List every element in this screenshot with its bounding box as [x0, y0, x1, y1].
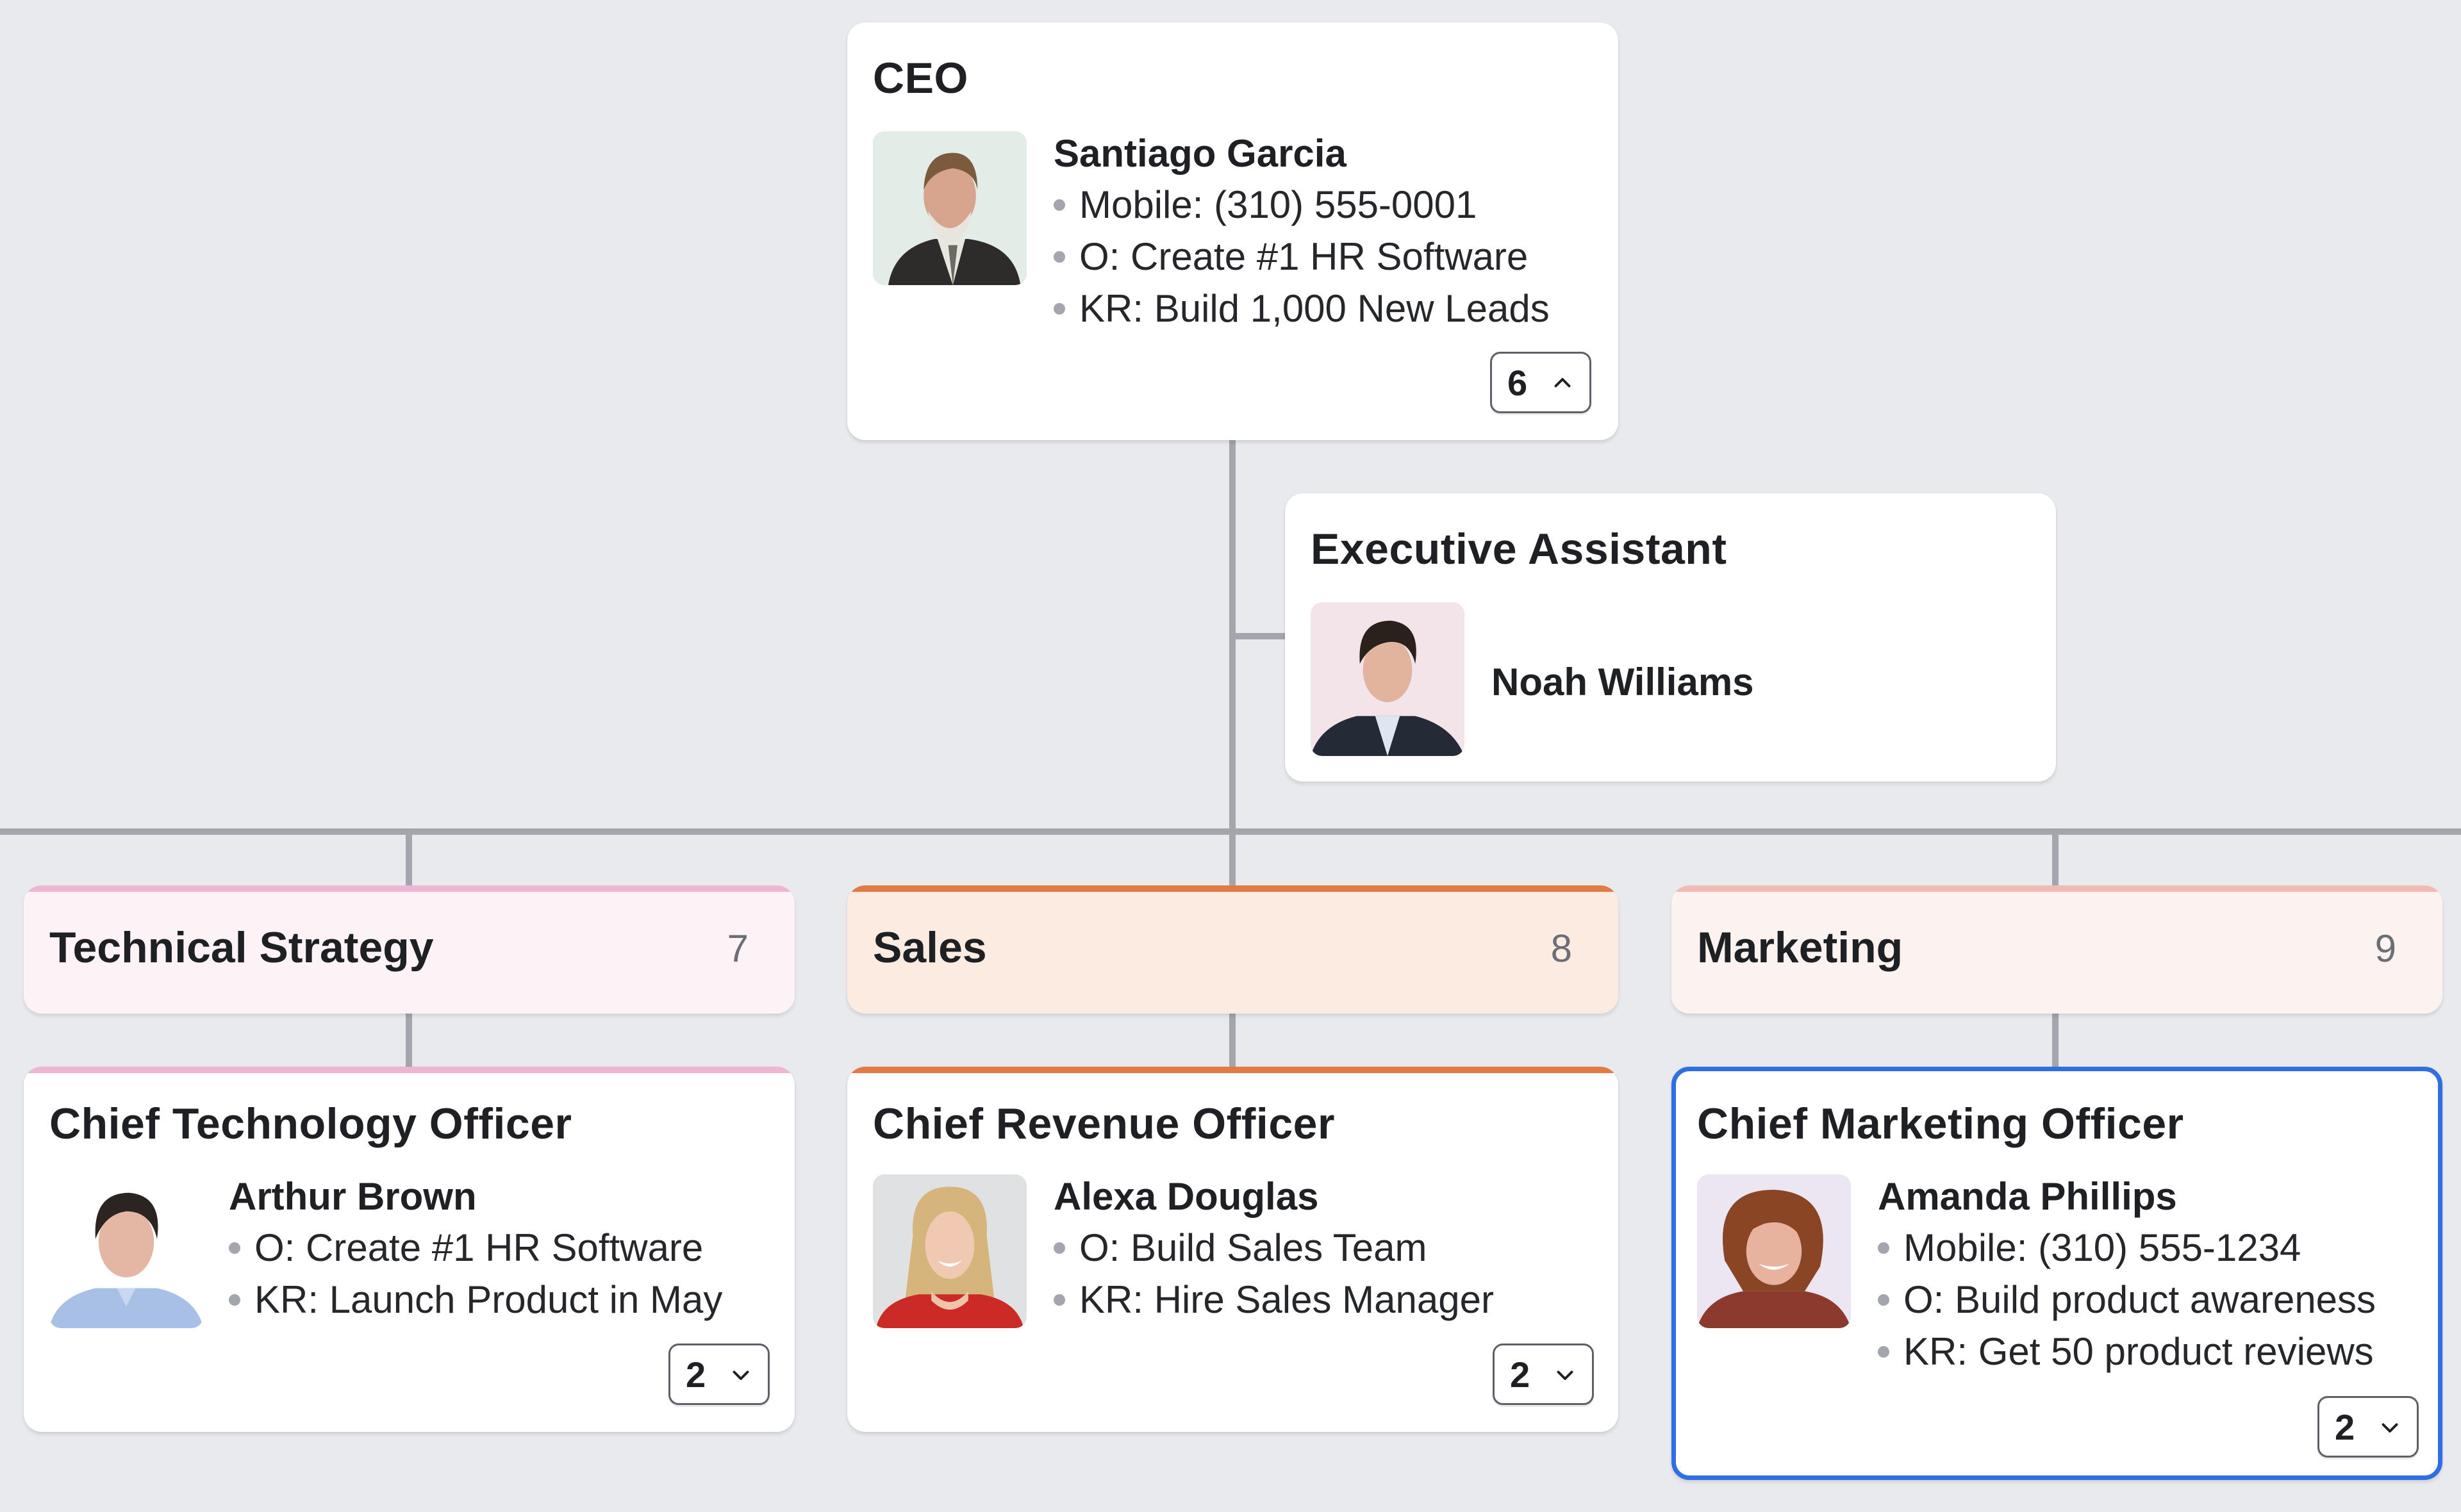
- reports-count: 6: [1507, 362, 1528, 403]
- detail-item: KR: Get 50 product reviews: [1878, 1326, 2376, 1377]
- department-label: Marketing: [1697, 923, 1903, 972]
- bullet-icon: [1878, 1345, 1889, 1358]
- connector-dept-role-sales: [1229, 1014, 1236, 1067]
- detail-item: O: Create #1 HR Software: [229, 1222, 722, 1274]
- avatar: [1697, 1174, 1851, 1328]
- person-info: Arthur Brown O: Create #1 HR Software KR…: [229, 1172, 722, 1326]
- bullet-icon: [1054, 199, 1065, 211]
- detail-item: KR: Launch Product in May: [229, 1274, 722, 1326]
- detail-item: O: Create #1 HR Software: [1054, 231, 1550, 283]
- cro-card[interactable]: Chief Revenue Officer Alexa Douglas O: B…: [847, 1067, 1618, 1432]
- department-accent-bar: [24, 885, 795, 892]
- ceo-card[interactable]: CEO Santiago Garcia Mobile: (310) 555-00…: [847, 22, 1618, 440]
- assistant-card[interactable]: Executive Assistant Noah Williams: [1285, 493, 2056, 782]
- person-info: Alexa Douglas O: Build Sales Team KR: Hi…: [1054, 1172, 1494, 1326]
- connector-drop-technical: [406, 832, 412, 885]
- department-count: 7: [727, 927, 749, 970]
- connector-horizontal-bar: [0, 828, 2461, 835]
- chevron-up-icon: [1554, 378, 1571, 388]
- bullet-icon: [1878, 1294, 1889, 1306]
- position-title: Executive Assistant: [1311, 525, 1727, 573]
- reports-count: 2: [1510, 1354, 1530, 1395]
- person-name[interactable]: Arthur Brown: [229, 1172, 722, 1222]
- department-sales[interactable]: Sales 8: [847, 885, 1618, 1014]
- avatar-image-amanda: [1697, 1174, 1851, 1328]
- chevron-down-icon: [733, 1370, 749, 1380]
- avatar-image-santiago: [873, 131, 1027, 285]
- connector-dept-role-technical: [406, 1014, 412, 1067]
- collapse-reports-button[interactable]: 6: [1490, 352, 1591, 413]
- position-title: Chief Marketing Officer: [1697, 1099, 2184, 1148]
- department-count: 8: [1550, 927, 1572, 970]
- avatar-image-arthur: [49, 1174, 203, 1328]
- chevron-down-icon: [1557, 1370, 1573, 1380]
- person-name[interactable]: Amanda Phillips: [1878, 1172, 2376, 1222]
- chevron-down-icon: [2382, 1423, 2398, 1433]
- expand-reports-button[interactable]: 2: [1493, 1344, 1594, 1405]
- detail-item: O: Build product awareness: [1878, 1274, 2376, 1326]
- department-label: Technical Strategy: [49, 923, 434, 972]
- department-count: 9: [2374, 927, 2396, 970]
- position-title: CEO: [873, 54, 968, 103]
- department-accent-bar: [847, 885, 1618, 892]
- detail-item: KR: Build 1,000 New Leads: [1054, 283, 1550, 334]
- department-label: Sales: [873, 923, 987, 972]
- cto-card[interactable]: Chief Technology Officer Arthur Brown O:…: [24, 1067, 795, 1432]
- expand-reports-button[interactable]: 2: [668, 1344, 770, 1405]
- bullet-icon: [1054, 302, 1065, 315]
- detail-item: Mobile: (310) 555-1234: [1878, 1222, 2376, 1274]
- reports-count: 2: [686, 1354, 706, 1395]
- bullet-icon: [1054, 1242, 1065, 1254]
- position-title: Chief Revenue Officer: [873, 1099, 1335, 1148]
- avatar: [49, 1174, 203, 1328]
- connector-dept-role-marketing: [2052, 1014, 2059, 1067]
- avatar-image-alexa: [873, 1174, 1027, 1328]
- person-info: Amanda Phillips Mobile: (310) 555-1234 O…: [1878, 1172, 2376, 1377]
- cmo-card-selected[interactable]: Chief Marketing Officer Amanda Phillips …: [1671, 1067, 2442, 1480]
- department-accent-bar: [847, 1067, 1618, 1073]
- person-name[interactable]: Santiago Garcia: [1054, 129, 1550, 179]
- bullet-icon: [229, 1242, 240, 1254]
- reports-count: 2: [2335, 1406, 2355, 1447]
- person-name[interactable]: Noah Williams: [1491, 657, 1754, 707]
- department-technical-strategy[interactable]: Technical Strategy 7: [24, 885, 795, 1014]
- avatar: [1311, 602, 1464, 756]
- bullet-icon: [1054, 251, 1065, 263]
- detail-item: Mobile: (310) 555-0001: [1054, 179, 1550, 231]
- person-info: Santiago Garcia Mobile: (310) 555-0001 O…: [1054, 129, 1550, 334]
- person-info: Noah Williams: [1491, 657, 1754, 707]
- connector-assistant-branch: [1229, 633, 1285, 639]
- detail-item: O: Build Sales Team: [1054, 1222, 1494, 1274]
- avatar: [873, 1174, 1027, 1328]
- department-marketing[interactable]: Marketing 9: [1671, 885, 2442, 1014]
- bullet-icon: [1054, 1294, 1065, 1306]
- person-name[interactable]: Alexa Douglas: [1054, 1172, 1494, 1222]
- bullet-icon: [229, 1294, 240, 1306]
- expand-reports-button[interactable]: 2: [2317, 1396, 2419, 1458]
- department-accent-bar: [24, 1067, 795, 1073]
- connector-ceo-stem: [1229, 440, 1236, 885]
- detail-item: KR: Hire Sales Manager: [1054, 1274, 1494, 1326]
- connector-drop-marketing: [2052, 832, 2059, 885]
- position-title: Chief Technology Officer: [49, 1099, 572, 1148]
- avatar: [873, 131, 1027, 285]
- bullet-icon: [1878, 1242, 1889, 1254]
- department-accent-bar: [1671, 885, 2442, 892]
- avatar-image-noah: [1311, 602, 1464, 756]
